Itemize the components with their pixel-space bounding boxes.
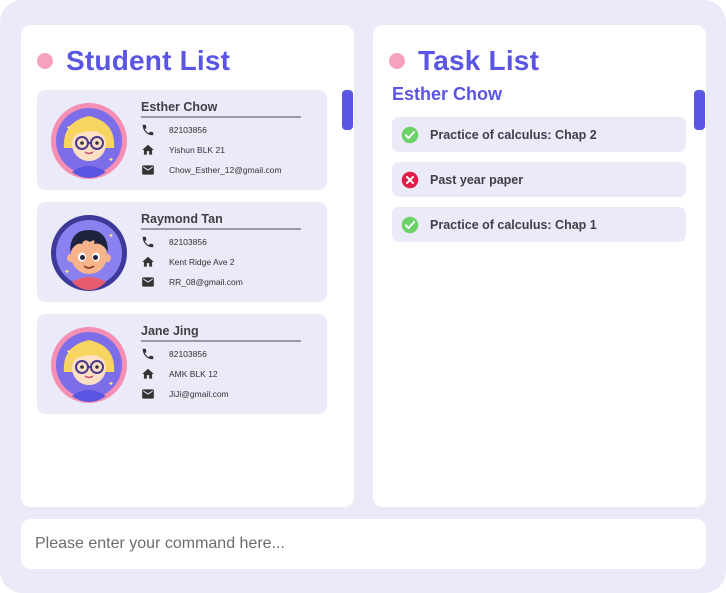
task-label: Past year paper	[430, 172, 524, 187]
selected-student-name: Esther Chow	[392, 84, 503, 104]
bullet-dot-icon	[389, 53, 405, 69]
address-row: Kent Ridge Ave 2	[141, 255, 235, 269]
student-list-scrollbar[interactable]	[342, 90, 353, 130]
student-list: ✦ ✦ Esther Chow 82103856 Yishun BLK 21 C…	[37, 90, 327, 426]
student-name: Jane Jing	[141, 324, 199, 338]
mail-icon	[141, 163, 155, 177]
address-row: AMK BLK 12	[141, 367, 218, 381]
address-text: Kent Ridge Ave 2	[169, 257, 235, 267]
address-text: AMK BLK 12	[169, 369, 218, 379]
home-icon	[141, 367, 155, 381]
phone-icon	[141, 347, 155, 361]
divider	[141, 340, 301, 342]
svg-text:✦: ✦	[108, 232, 114, 240]
task-label: Practice of calculus: Chap 2	[430, 127, 597, 142]
avatar: ✦ ✦	[50, 214, 128, 292]
divider	[141, 228, 301, 230]
avatar: ✦ ✦	[50, 326, 128, 404]
home-icon	[141, 143, 155, 157]
svg-text:✦: ✦	[108, 156, 114, 164]
email-text: Chow_Esther_12@gmail.com	[169, 165, 282, 175]
phone-text: 82103856	[169, 237, 207, 247]
mail-icon	[141, 275, 155, 289]
student-card[interactable]: ✦ ✦ Raymond Tan 82103856 Kent Ridge Ave …	[37, 202, 327, 302]
blonde-girl-glasses-icon: ✦ ✦	[51, 327, 127, 403]
command-input[interactable]	[21, 519, 706, 569]
task-label: Practice of calculus: Chap 1	[430, 217, 597, 232]
phone-row: 82103856	[141, 123, 207, 137]
home-icon	[141, 255, 155, 269]
address-text: Yishun BLK 21	[169, 145, 225, 155]
email-text: JiJi@gmail.com	[169, 389, 229, 399]
app-window: Student List ✦ ✦ Esther Chow 82103856 Yi…	[0, 0, 726, 593]
task-panel-title: Task List	[418, 45, 540, 76]
email-row: JiJi@gmail.com	[141, 387, 229, 401]
address-row: Yishun BLK 21	[141, 143, 225, 157]
task-item[interactable]: Practice of calculus: Chap 2	[392, 117, 686, 152]
dark-haired-boy-icon: ✦ ✦	[51, 215, 127, 291]
task-panel-header: Task List	[389, 43, 539, 79]
check-circle-icon	[401, 216, 419, 234]
phone-icon	[141, 235, 155, 249]
task-item[interactable]: Past year paper	[392, 162, 686, 197]
bullet-dot-icon	[37, 53, 53, 69]
check-circle-icon	[401, 126, 419, 144]
avatar: ✦ ✦	[50, 102, 128, 180]
student-card[interactable]: ✦ ✦ Jane Jing 82103856 AMK BLK 12 JiJi@g…	[37, 314, 327, 414]
student-card[interactable]: ✦ ✦ Esther Chow 82103856 Yishun BLK 21 C…	[37, 90, 327, 190]
student-panel-title: Student List	[66, 45, 231, 76]
task-list-scrollbar[interactable]	[694, 90, 705, 130]
phone-icon	[141, 123, 155, 137]
divider	[141, 116, 301, 118]
task-list: Practice of calculus: Chap 2 Past year p…	[392, 117, 686, 252]
email-row: Chow_Esther_12@gmail.com	[141, 163, 282, 177]
phone-row: 82103856	[141, 347, 207, 361]
email-text: RR_08@gmail.com	[169, 277, 243, 287]
student-panel: Student List ✦ ✦ Esther Chow 82103856 Yi…	[21, 25, 354, 507]
svg-text:✦: ✦	[108, 380, 114, 388]
student-name: Raymond Tan	[141, 212, 223, 226]
cross-circle-icon	[401, 171, 419, 189]
blonde-girl-glasses-icon: ✦ ✦	[51, 103, 127, 179]
phone-text: 82103856	[169, 125, 207, 135]
task-panel: Task List Esther Chow Practice of calcul…	[373, 25, 706, 507]
svg-text:✦: ✦	[64, 268, 70, 276]
student-name: Esther Chow	[141, 100, 218, 114]
phone-row: 82103856	[141, 235, 207, 249]
phone-text: 82103856	[169, 349, 207, 359]
student-panel-header: Student List	[37, 43, 230, 79]
email-row: RR_08@gmail.com	[141, 275, 243, 289]
svg-text:✦: ✦	[66, 348, 72, 356]
svg-text:✦: ✦	[66, 124, 72, 132]
mail-icon	[141, 387, 155, 401]
task-item[interactable]: Practice of calculus: Chap 1	[392, 207, 686, 242]
